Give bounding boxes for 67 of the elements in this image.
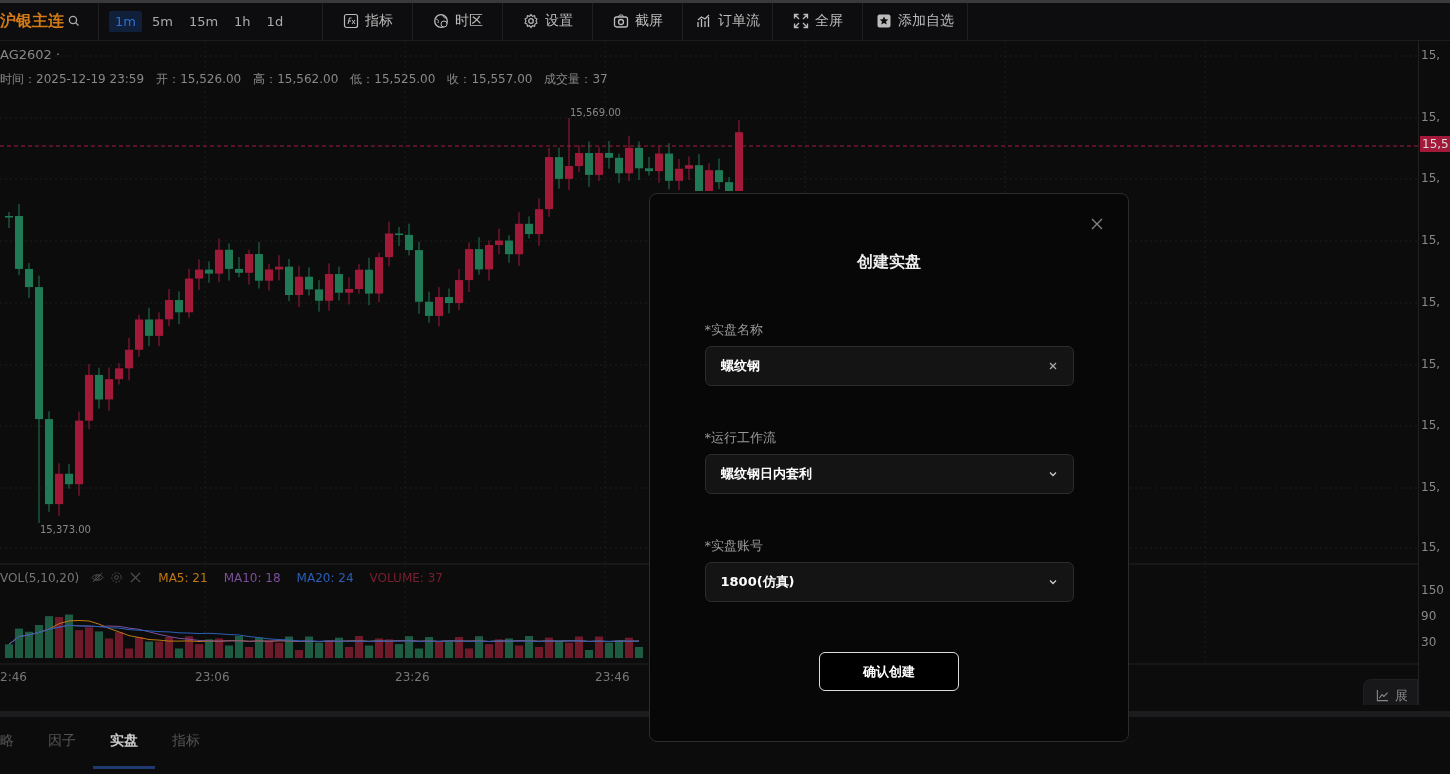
ohlc-value: 时间：2025-12-19 23:59	[0, 70, 145, 88]
symbol-title: 沪银主连	[0, 10, 64, 32]
ohlc-value: 开：15,526.00	[156, 70, 242, 88]
volume-title: VOL(5,10,20)	[0, 570, 80, 585]
volume-axis-label: 150	[1421, 582, 1444, 597]
last-price-tag: 15,5	[1420, 135, 1450, 152]
search-icon[interactable]	[68, 15, 80, 28]
price-axis-label: 15,	[1421, 417, 1441, 432]
field-label: *运行工作流	[704, 429, 777, 447]
panel-tab[interactable]: 实盘	[93, 716, 155, 769]
ohlc-value: 收：15,557.00	[447, 70, 533, 88]
moving-average-value: MA20: 24	[296, 570, 354, 585]
bar-chart-icon	[695, 13, 712, 30]
interval-tab[interactable]: 15m	[182, 10, 225, 32]
price-axis-label: 15,	[1421, 47, 1441, 62]
time-axis-label: 2:46	[0, 669, 27, 684]
line-chart-icon	[1376, 689, 1389, 703]
toolbar-button[interactable]: 设置	[503, 3, 593, 40]
high-price-label: 15,569.00	[570, 106, 621, 118]
moving-average-value: MA10: 18	[223, 570, 281, 585]
price-axis-label: 15,	[1421, 232, 1441, 247]
globe-clock-icon	[432, 13, 449, 30]
ohlc-value: 高：15,562.00	[253, 70, 339, 88]
function-icon	[342, 13, 359, 30]
field-label: *实盘名称	[704, 321, 764, 339]
confirm-button[interactable]: 确认创建	[819, 652, 959, 691]
camera-icon	[612, 13, 629, 30]
interval-tab[interactable]: 5m	[145, 10, 179, 32]
toolbar-button[interactable]: 指标	[323, 3, 413, 40]
price-axis-label: 15,	[1421, 170, 1441, 185]
expand-button[interactable]: 展	[1363, 678, 1418, 705]
toolbar-button[interactable]: 订单流	[683, 3, 773, 40]
dialog-title: 创建实盘	[857, 252, 921, 273]
price-axis-label: 15,	[1421, 479, 1441, 494]
toolbar-button[interactable]: 截屏	[593, 3, 683, 40]
price-axis-label: 15,	[1421, 356, 1441, 371]
price-axis-label: 15,	[1421, 539, 1441, 554]
ohlc-value: 低：15,525.00	[350, 70, 436, 88]
interval-tab[interactable]: 1h	[228, 10, 257, 32]
time-axis-label: 23:26	[395, 669, 430, 684]
moving-average-value: MA5: 21	[158, 570, 208, 585]
toolbar-button[interactable]: 添加自选	[863, 3, 968, 40]
toolbar-button[interactable]: 全屏	[773, 3, 863, 40]
volume-axis-label: 90	[1421, 608, 1437, 623]
star-bookmark-icon	[876, 13, 892, 30]
chevron-down-icon	[1047, 469, 1058, 479]
toolbar-button[interactable]: 时区	[413, 3, 503, 40]
ohlc-value: 成交量：37	[544, 70, 608, 88]
low-price-label: 15,373.00	[40, 523, 91, 535]
time-axis-label: 23:06	[195, 669, 230, 684]
price-axis-label: 15,	[1421, 109, 1441, 124]
volume-axis-label: 30	[1421, 634, 1437, 649]
clear-icon[interactable]	[1047, 361, 1058, 371]
select-field[interactable]: 1800(仿真)	[704, 562, 1074, 602]
interval-tab[interactable]: 1d	[260, 10, 290, 32]
chevron-down-icon	[1047, 577, 1058, 587]
time-axis-label: 23:46	[595, 669, 630, 684]
close-icon[interactable]	[1091, 218, 1103, 230]
contract-code: AG2602 ·	[0, 46, 62, 62]
settings-icon	[522, 13, 539, 30]
moving-average-value: VOLUME: 37	[369, 570, 443, 585]
price-axis-label: 15,	[1421, 294, 1441, 309]
select-field[interactable]: 螺纹钢日内套利	[704, 454, 1074, 494]
close-icon[interactable]	[129, 571, 143, 585]
input-field[interactable]: 螺纹钢	[704, 346, 1074, 386]
fullscreen-icon	[792, 13, 809, 30]
field-label: *实盘账号	[704, 537, 764, 555]
